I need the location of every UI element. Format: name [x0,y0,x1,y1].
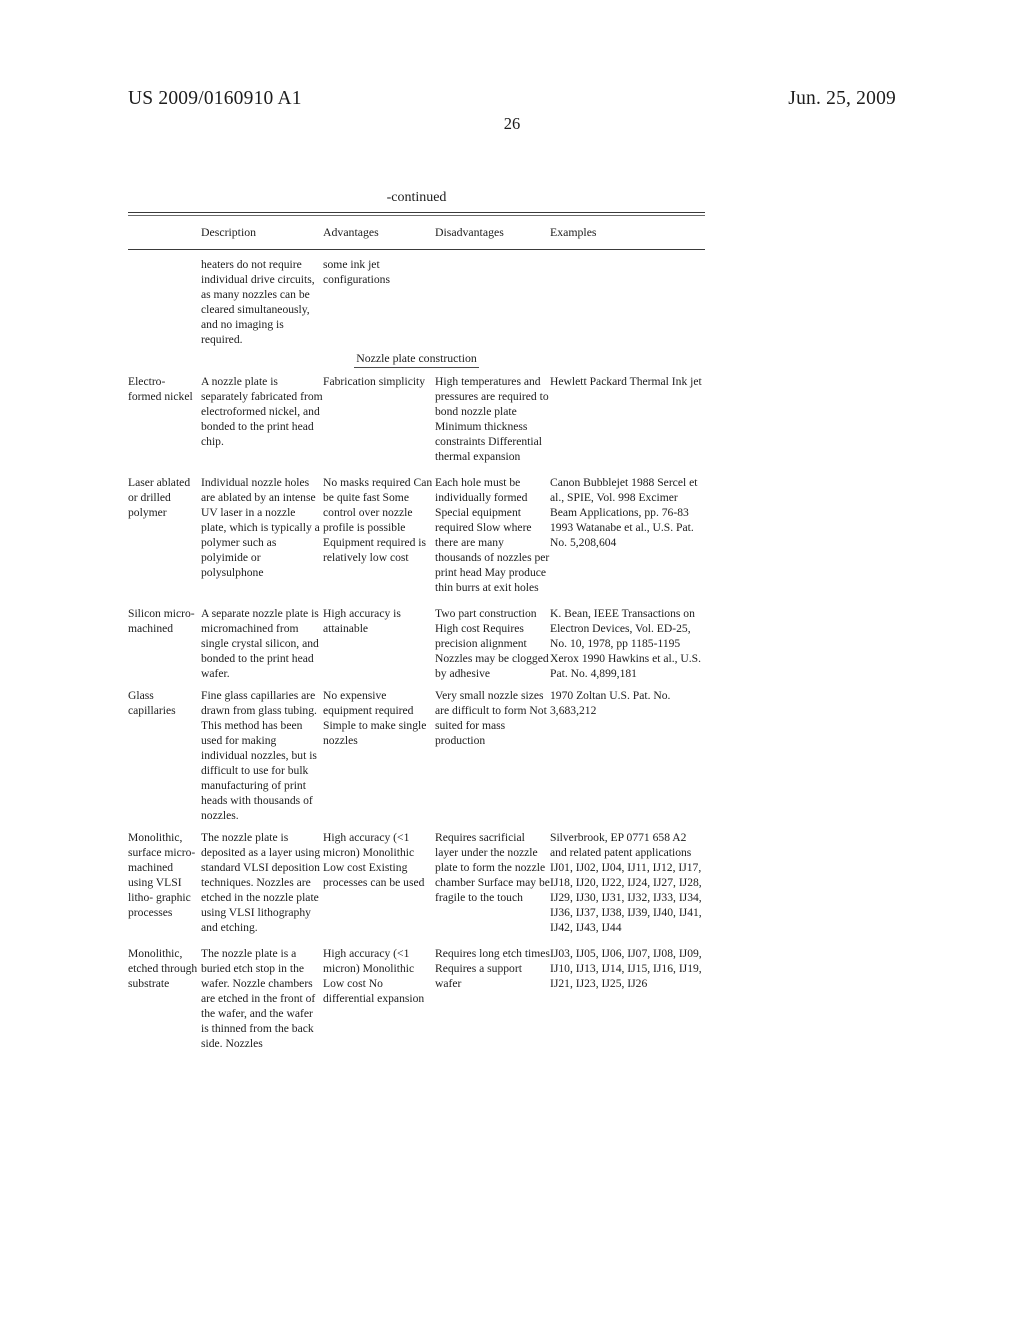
row-description: The nozzle plate is deposited as a layer… [201,830,321,934]
row-disadvantages: High temperatures and pressures are requ… [435,374,549,463]
row-examples: 1970 Zoltan U.S. Pat. No. 3,683,212 [550,688,671,717]
page-header: US 2009/0160910 A1 Jun. 25, 2009 [128,88,896,112]
row-name: Monolithic, surface micro- machined usin… [128,830,196,919]
row-description: The nozzle plate is a buried etch stop i… [201,946,316,1050]
table-row: Monolithic, surface micro- machined usin… [128,830,705,935]
row-examples [550,257,705,347]
row-disadvantages: Very small nozzle sizes are difficult to… [435,688,547,747]
table-body: Description Advantages Disadvantages Exa… [128,216,705,249]
row-name: Silicon micro- machined [128,606,195,635]
table-header-row: Description Advantages Disadvantages Exa… [128,216,705,249]
row-name: Laser ablated or drilled polymer [128,475,191,519]
continued-table-block: -continued Description Advantages Disadv… [128,190,705,1051]
spacer [128,935,705,946]
table-row: Glass capillaries Fine glass capillaries… [128,688,705,823]
publication-date: Jun. 25, 2009 [788,88,896,109]
row-description: Individual nozzle holes are ablated by a… [201,475,320,579]
column-header-disadvantages: Disadvantages [435,224,504,239]
row-examples: Canon Bubblejet 1988 Sercel et al., SPIE… [550,475,698,549]
row-examples: Hewlett Packard Thermal Ink jet [550,374,702,388]
row-advantages: some ink jet configurations [323,257,390,286]
row-name: Glass capillaries [128,688,176,717]
row-disadvantages: Requires long etch times Requires a supp… [435,946,550,990]
table-row: heaters do not require individual drive … [128,257,705,347]
row-examples: K. Bean, IEEE Transactions on Electron D… [550,606,702,680]
spacer [128,823,705,830]
row-name [128,257,201,347]
row-name: Electro- formed nickel [128,374,193,403]
continued-label: -continued [386,190,447,205]
column-header-description: Description [201,224,257,239]
row-advantages: No masks required Can be quite fast Some… [323,475,433,564]
row-advantages: No expensive equipment required Simple t… [323,688,427,747]
table-row: Electro- formed nickel A nozzle plate is… [128,374,705,464]
table-row: Monolithic, etched through substrate The… [128,946,705,1051]
row-description: A separate nozzle plate is micromachined… [201,606,319,680]
column-header-advantages: Advantages [323,224,379,239]
table-row: Laser ablated or drilled polymer Individ… [128,475,705,595]
row-name: Monolithic, etched through substrate [128,946,198,990]
row-description: A nozzle plate is separately fabricated … [201,374,323,448]
section-heading: Nozzle plate construction [354,351,479,368]
row-advantages: High accuracy (<1 micron) Monolithic Low… [323,830,425,889]
row-disadvantages: Each hole must be individually formed Sp… [435,475,550,594]
table-row: Silicon micro- machined A separate nozzl… [128,606,705,681]
row-advantages: High accuracy is attainable [323,606,401,635]
row-description: Fine glass capillaries are drawn from gl… [201,688,317,822]
row-description: heaters do not require individual drive … [201,257,315,346]
row-disadvantages [435,257,550,347]
spacer [128,250,705,257]
nozzle-plate-table: Description Advantages Disadvantages Exa… [128,216,705,249]
publication-number: US 2009/0160910 A1 [128,88,302,109]
spacer [128,681,705,688]
section-heading-row: Nozzle plate construction [128,347,705,374]
column-header-examples: Examples [550,224,597,239]
spacer [128,595,705,606]
column-header-blank [128,216,201,249]
spacer [128,464,705,475]
row-disadvantages: Two part construction High cost Requires… [435,606,549,680]
row-advantages: Fabrication simplicity [323,374,426,388]
row-examples: IJ03, IJ05, IJ06, IJ07, IJ08, IJ09, IJ10… [550,946,702,990]
row-examples: Silverbrook, EP 0771 658 A2 and related … [550,830,702,934]
page-number: 26 [503,114,521,133]
nozzle-plate-table-body: heaters do not require individual drive … [128,250,705,1051]
row-disadvantages: Requires sacrificial layer under the noz… [435,830,550,904]
row-advantages: High accuracy (<1 micron) Monolithic Low… [323,946,425,1005]
